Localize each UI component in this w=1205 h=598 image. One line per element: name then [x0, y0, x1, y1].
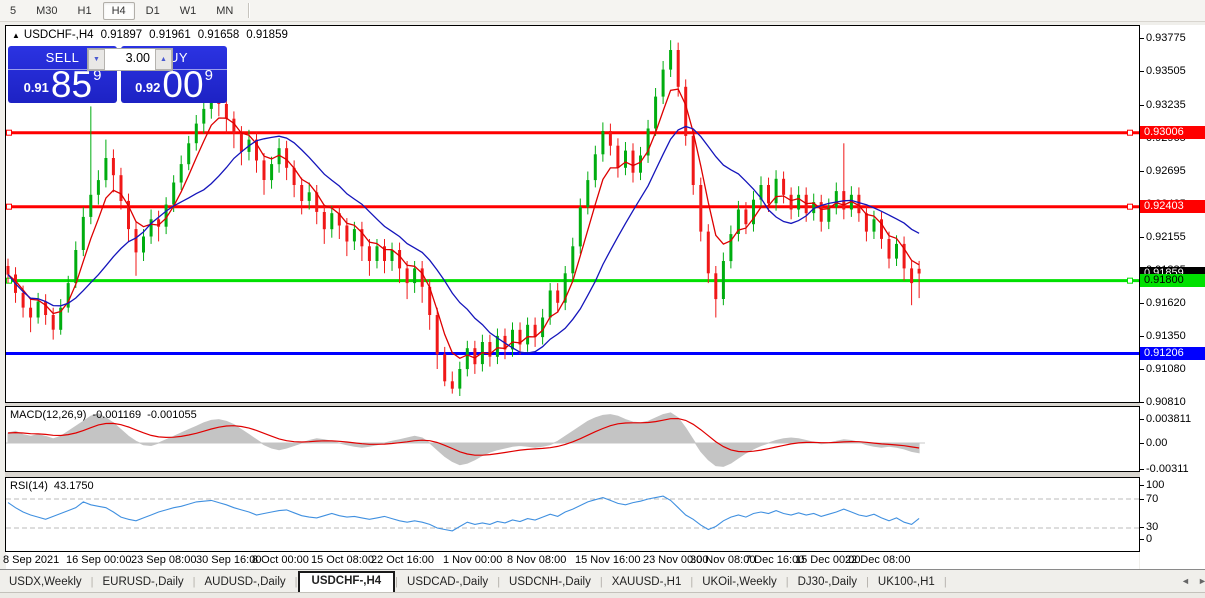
ohlc-low: 0.91658: [198, 29, 240, 41]
date-label: 23 Sep 08:00: [131, 554, 196, 566]
rsi-label: RSI(14) 43.1750: [10, 480, 100, 492]
volume-increase-button[interactable]: ▲: [155, 49, 172, 70]
line-price-label-0.93006: 0.93006: [1140, 126, 1205, 139]
toolbar-separator: [248, 3, 250, 18]
date-label: 22 Oct 16:00: [371, 554, 434, 566]
price-tick-label: 0.90810: [1146, 396, 1186, 408]
indicator-tick-label: 100: [1146, 479, 1164, 491]
buy-price-big: 00: [162, 70, 203, 100]
timeframe-button-m30[interactable]: M30: [27, 2, 66, 20]
symbol-label: USDCHF-,H4: [24, 29, 94, 41]
buy-price-small: 0.92: [135, 80, 160, 95]
date-label: 15 Oct 08:00: [311, 554, 374, 566]
status-strip: [0, 592, 1205, 598]
tabs-scroll-right-icon[interactable]: ►: [1198, 576, 1205, 586]
date-label: 16 Sep 00:00: [66, 554, 131, 566]
date-label: 15 Nov 16:00: [575, 554, 640, 566]
indicator-tick-dash: [1140, 443, 1144, 444]
rsi-value: 43.1750: [54, 480, 94, 492]
buy-price: 0.92 00 9: [121, 70, 227, 103]
date-label: 1 Nov 00:00: [443, 554, 502, 566]
indicator-tick-label: -0.00311: [1146, 463, 1189, 475]
tab-ukoil-weekly[interactable]: UKOil-,Weekly: [693, 573, 786, 592]
tabs-scroll-left-icon[interactable]: ◄: [1181, 576, 1190, 586]
volume-input[interactable]: 3.00: [105, 49, 155, 70]
price-tick-label: 0.92695: [1146, 165, 1186, 177]
timeframe-button-mn[interactable]: MN: [207, 2, 242, 20]
tab-eurusd-daily[interactable]: EURUSD-,Daily: [94, 573, 193, 592]
price-tick-dash: [1140, 171, 1144, 172]
indicator-tick-label: 0.00: [1146, 437, 1167, 449]
ohlc-close: 0.91859: [246, 29, 288, 41]
timeframe-button-5[interactable]: 5: [1, 2, 25, 20]
one-click-trade-panel: SELL 0.91 85 9 BUY 0.92 00 9 ▼ 3.00 ▲: [8, 46, 227, 103]
macd-signal-value: -0.001055: [147, 409, 197, 421]
date-label: 8 Nov 08:00: [507, 554, 566, 566]
date-label: 22 Dec 08:00: [845, 554, 910, 566]
sell-price: 0.91 85 9: [8, 70, 117, 103]
price-tick-label: 0.93235: [1146, 99, 1186, 111]
indicator-tick-dash: [1140, 485, 1144, 486]
tab-usdx-weekly[interactable]: USDX,Weekly: [0, 573, 91, 592]
tab-usdcad-daily[interactable]: USDCAD-,Daily: [398, 573, 497, 592]
date-label: 8 Oct 00:00: [252, 554, 309, 566]
macd-value: -0.001169: [92, 409, 141, 421]
line-price-label-0.91800: 0.91800: [1140, 274, 1205, 287]
timeframe-button-h4[interactable]: H4: [103, 2, 135, 20]
indicator-tick-label: 70: [1146, 493, 1158, 505]
timeframe-button-w1[interactable]: W1: [171, 2, 206, 20]
sell-button-label: SELL: [46, 50, 80, 65]
volume-decrease-button[interactable]: ▼: [88, 49, 105, 70]
indicator-tick-dash: [1140, 419, 1144, 420]
price-tick-dash: [1140, 105, 1144, 106]
indicator-tick-label: 0.003811: [1146, 413, 1191, 425]
tab-uk100-h1[interactable]: UK100-,H1: [869, 573, 944, 592]
macd-label: MACD(12,26,9) -0.001169 -0.001055: [10, 409, 203, 421]
sell-price-big: 85: [51, 70, 92, 100]
timeframe-toolbar: 5M30H1H4D1W1MN: [0, 0, 1205, 22]
volume-spinner: ▼ 3.00 ▲: [87, 48, 173, 71]
sell-price-small: 0.91: [24, 80, 49, 95]
ohlc-open: 0.91897: [101, 29, 143, 41]
tab-audusd-daily[interactable]: AUDUSD-,Daily: [196, 573, 295, 592]
price-tick-label: 0.91620: [1146, 297, 1186, 309]
indicator-tick-dash: [1140, 499, 1144, 500]
chart-title: ▲ USDCHF-,H4 0.91897 0.91961 0.91658 0.91859: [12, 29, 295, 41]
price-tick-dash: [1140, 303, 1144, 304]
chart-tab-bar: USDX,Weekly|EURUSD-,Daily|AUDUSD-,Daily|…: [0, 570, 1205, 592]
timeframe-button-h1[interactable]: H1: [69, 2, 101, 20]
price-tick-dash: [1140, 237, 1144, 238]
line-price-label-0.91206: 0.91206: [1140, 347, 1205, 360]
price-tick-dash: [1140, 402, 1144, 403]
timeframe-button-d1[interactable]: D1: [137, 2, 169, 20]
buy-price-sup: 9: [205, 67, 213, 84]
indicator-tick-label: 0: [1146, 533, 1152, 545]
price-tick-label: 0.92155: [1146, 231, 1186, 243]
price-tick-label: 0.91080: [1146, 363, 1186, 375]
rsi-pane[interactable]: [5, 477, 1140, 552]
price-tick-dash: [1140, 369, 1144, 370]
tab-usdchf-h4[interactable]: USDCHF-,H4: [298, 571, 396, 592]
price-tick-dash: [1140, 38, 1144, 39]
tab-xauusd-h1[interactable]: XAUUSD-,H1: [603, 573, 691, 592]
indicator-tick-dash: [1140, 527, 1144, 528]
indicator-tick-dash: [1140, 539, 1144, 540]
price-tick-dash: [1140, 71, 1144, 72]
tab-usdcnh-daily[interactable]: USDCNH-,Daily: [500, 573, 600, 592]
price-tick-label: 0.91350: [1146, 330, 1186, 342]
price-tick-label: 0.93775: [1146, 32, 1186, 44]
price-tick-dash: [1140, 336, 1144, 337]
collapse-trade-panel-icon[interactable]: ▲: [12, 31, 20, 40]
tab-dj30-daily[interactable]: DJ30-,Daily: [789, 573, 866, 592]
ohlc-high: 0.91961: [149, 29, 191, 41]
macd-name: MACD(12,26,9): [10, 409, 86, 421]
rsi-name: RSI(14): [10, 480, 48, 492]
date-label: 8 Sep 2021: [3, 554, 59, 566]
indicator-tick-label: 30: [1146, 521, 1158, 533]
indicator-tick-dash: [1140, 469, 1144, 470]
tab-separator: |: [944, 576, 947, 592]
line-price-label-0.92403: 0.92403: [1140, 200, 1205, 213]
price-tick-label: 0.93505: [1146, 65, 1186, 77]
